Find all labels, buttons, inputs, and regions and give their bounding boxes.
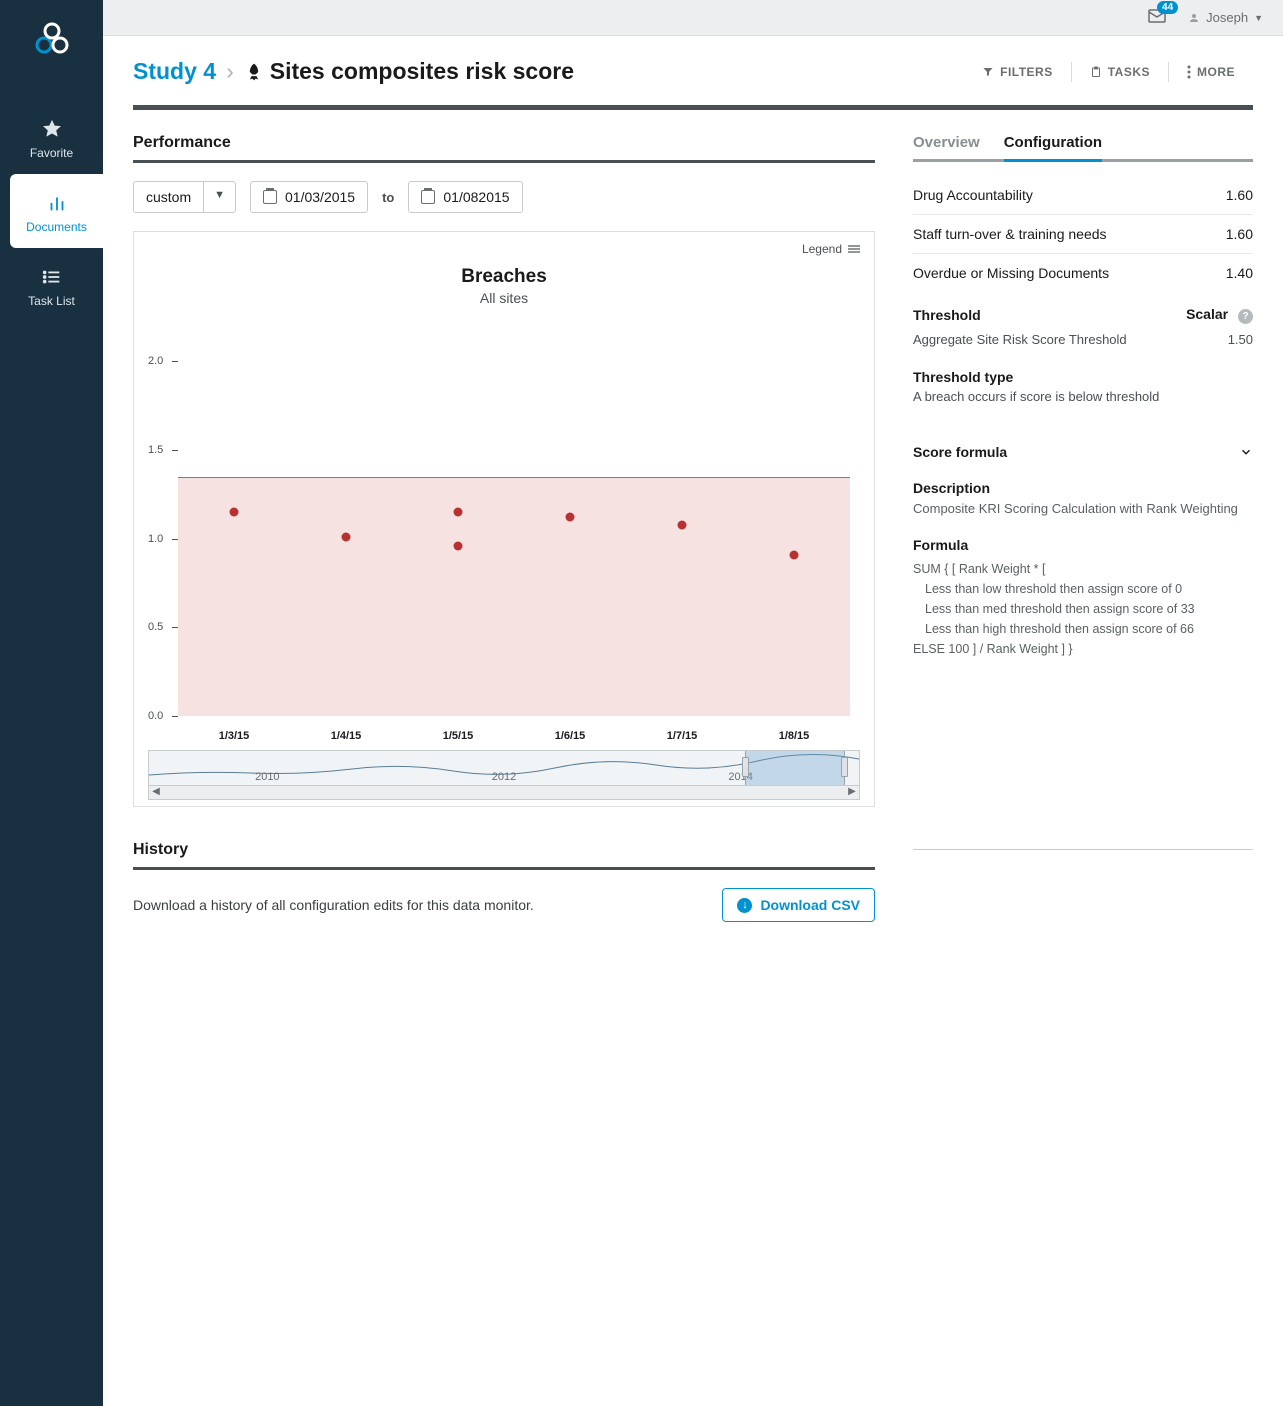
x-tick: 1/6/15 — [555, 730, 586, 742]
hamburger-icon — [848, 244, 860, 254]
y-tick: 0.5 — [148, 621, 163, 633]
config-value: 1.60 — [1226, 187, 1253, 203]
breadcrumb: Study 4 › Sites composites risk score — [133, 58, 574, 85]
nav-label: Favorite — [0, 146, 103, 160]
y-tick: 2.0 — [148, 355, 163, 367]
x-tick: 1/7/15 — [667, 730, 698, 742]
scatter-plot: 0.0 0.5 1.0 1.5 2.0 1/3/15 1/4/15 1/5/15 1/6/15 1… — [148, 316, 860, 746]
threshold-region — [178, 477, 850, 716]
calendar-icon — [421, 190, 435, 204]
nav-label: Task List — [0, 294, 103, 308]
app-logo — [31, 20, 73, 60]
dropdown-value: custom — [134, 182, 203, 212]
calendar-icon — [263, 190, 277, 204]
data-point[interactable] — [342, 532, 351, 541]
x-tick: 1/4/15 — [331, 730, 362, 742]
y-tick: 1.5 — [148, 444, 163, 456]
nav-favorite[interactable]: Favorite — [0, 100, 103, 174]
description-value: Composite KRI Scoring Calculation with R… — [913, 500, 1253, 519]
user-menu[interactable]: Joseph ▼ — [1188, 10, 1263, 25]
notification-badge: 44 — [1157, 1, 1178, 14]
config-value: 1.40 — [1226, 265, 1253, 281]
x-tick: 1/5/15 — [443, 730, 474, 742]
date-to-field[interactable]: 01/082015 — [408, 181, 522, 213]
right-panel-rule — [913, 849, 1253, 850]
tabs: Overview Configuration — [913, 130, 1253, 162]
config-label: Staff turn-over & training needs — [913, 226, 1107, 242]
nav-label: Documents — [10, 220, 103, 234]
clipboard-icon — [1090, 66, 1102, 78]
chevron-down-icon — [1239, 445, 1253, 459]
time-brush[interactable]: 2010 2012 2014 ◀ ▶ — [148, 750, 860, 800]
chevron-down-icon: ▼ — [1254, 13, 1263, 23]
threshold-type-label: Threshold type — [913, 369, 1253, 385]
download-csv-button[interactable]: ↓ Download CSV — [722, 888, 875, 922]
config-row: Staff turn-over & training needs 1.60 — [913, 215, 1253, 254]
tab-overview[interactable]: Overview — [913, 130, 980, 159]
scroll-right-button[interactable]: ▶ — [845, 786, 859, 800]
data-point[interactable] — [230, 508, 239, 517]
filter-icon — [982, 66, 994, 78]
formula-label: Formula — [913, 537, 1253, 553]
chevron-down-icon: ▼ — [203, 182, 235, 212]
history-description: Download a history of all configuration … — [133, 897, 534, 913]
threshold-head: Threshold — [913, 307, 981, 323]
brush-selection[interactable] — [745, 751, 844, 785]
chart-subtitle: All sites — [134, 290, 874, 306]
score-formula-toggle[interactable]: Score formula — [913, 444, 1253, 460]
config-label: Overdue or Missing Documents — [913, 265, 1109, 281]
scalar-head: Scalar — [1186, 306, 1228, 322]
page-title: Sites composites risk score — [270, 58, 574, 85]
section-title-performance: Performance — [133, 130, 875, 163]
user-name: Joseph — [1206, 10, 1248, 25]
config-value: 1.60 — [1226, 226, 1253, 242]
y-tick: 1.0 — [148, 533, 163, 545]
data-point[interactable] — [678, 520, 687, 529]
breadcrumb-separator: › — [226, 58, 234, 85]
header-actions: FILTERS TASKS MORE — [964, 62, 1253, 82]
tasks-button[interactable]: TASKS — [1071, 62, 1168, 82]
threshold-type-value: A breach occurs if score is below thresh… — [913, 389, 1253, 404]
filters-button[interactable]: FILTERS — [964, 62, 1071, 82]
threshold-value: 1.50 — [1228, 332, 1253, 347]
breadcrumb-study-link[interactable]: Study 4 — [133, 58, 216, 85]
config-row: Drug Accountability 1.60 — [913, 176, 1253, 215]
date-from-field[interactable]: 01/03/2015 — [250, 181, 368, 213]
brush-handle-left[interactable] — [742, 757, 749, 777]
x-tick: 1/8/15 — [779, 730, 810, 742]
scroll-left-button[interactable]: ◀ — [149, 786, 163, 800]
brush-scrollbar: ◀ ▶ — [149, 785, 859, 799]
description-label: Description — [913, 480, 1253, 496]
x-tick: 1/3/15 — [219, 730, 250, 742]
download-icon: ↓ — [737, 898, 752, 913]
nav-tasklist[interactable]: Task List — [0, 248, 103, 322]
rocket-icon — [244, 62, 264, 82]
chart-card: Legend Breaches All sites 0.0 0.5 1.0 1.5 2.… — [133, 231, 875, 807]
data-point[interactable] — [454, 508, 463, 517]
data-point[interactable] — [790, 550, 799, 559]
kebab-icon — [1187, 65, 1191, 79]
topbar: 44 Joseph ▼ — [103, 0, 1283, 36]
more-button[interactable]: MORE — [1168, 62, 1253, 82]
legend-toggle[interactable]: Legend — [134, 232, 874, 266]
section-title-history: History — [133, 837, 875, 870]
notifications-button[interactable]: 44 — [1148, 9, 1166, 26]
nav-documents[interactable]: Documents — [10, 174, 103, 248]
range-mode-dropdown[interactable]: custom ▼ — [133, 181, 236, 213]
threshold-name: Aggregate Site Risk Score Threshold — [913, 332, 1127, 347]
config-row: Overdue or Missing Documents 1.40 — [913, 254, 1253, 292]
formula-text: SUM { [ Rank Weight * [ Less than low th… — [913, 559, 1253, 659]
config-label: Drug Accountability — [913, 187, 1033, 203]
help-icon[interactable]: ? — [1238, 309, 1253, 324]
chart-title: Breaches — [134, 266, 874, 288]
data-point[interactable] — [566, 513, 575, 522]
y-tick: 0.0 — [148, 710, 163, 722]
data-point[interactable] — [454, 541, 463, 550]
sidebar: Favorite Documents Task List — [0, 0, 103, 1406]
to-label: to — [382, 190, 394, 205]
brush-handle-right[interactable] — [841, 757, 848, 777]
tab-configuration[interactable]: Configuration — [1004, 130, 1102, 159]
